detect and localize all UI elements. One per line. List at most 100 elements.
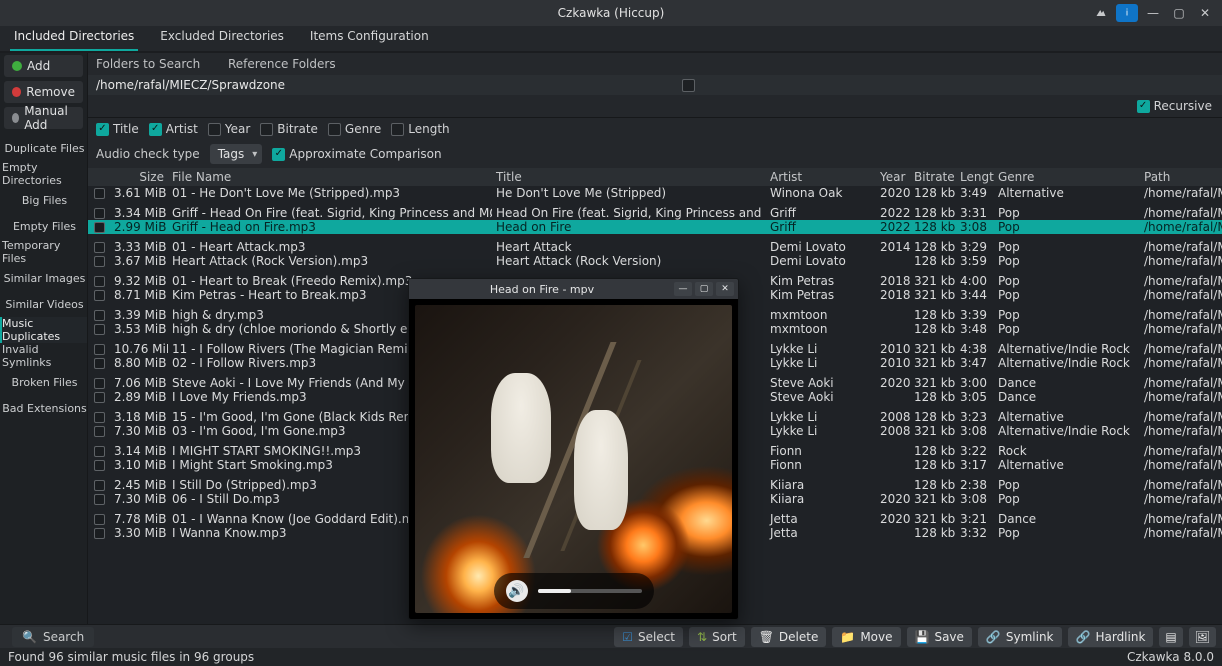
check-bitrate[interactable]: Bitrate	[260, 122, 318, 136]
col-title[interactable]: Title	[492, 170, 766, 184]
row-checkbox[interactable]	[94, 208, 105, 219]
save-icon: 💾	[915, 630, 930, 644]
audio-check-type-combo[interactable]: Tags	[210, 144, 263, 164]
add-button[interactable]: Add	[4, 55, 83, 77]
row-checkbox[interactable]	[94, 358, 105, 369]
search-button[interactable]: 🔍 Search	[12, 627, 94, 647]
cell-length: 3:49	[956, 186, 994, 200]
category-invalid-symlinks[interactable]: Invalid Symlinks	[0, 343, 87, 369]
cell-bitrate: 321 kbps	[910, 342, 956, 356]
folders-panel: Folders to Search Reference Folders /hom…	[88, 53, 1222, 118]
maximize-button[interactable]: ▢	[1168, 4, 1190, 22]
mpv-player-window[interactable]: Head on Fire - mpv — ▢ ✕ 🔊	[408, 278, 739, 620]
sort-button[interactable]: ⇅Sort	[689, 627, 745, 647]
symlink-icon: 🔗	[986, 630, 1001, 644]
cell-artist: Kiiara	[766, 478, 876, 492]
col-length[interactable]: Length	[956, 170, 994, 184]
preview-toggle-button[interactable]: 🖼	[1189, 627, 1216, 647]
col-file[interactable]: File Name	[168, 170, 492, 184]
col-year[interactable]: Year	[876, 170, 910, 184]
move-button[interactable]: 📁Move	[832, 627, 900, 647]
row-checkbox[interactable]	[94, 426, 105, 437]
hardlink-button[interactable]: 🔗Hardlink	[1068, 627, 1154, 647]
row-checkbox[interactable]	[94, 344, 105, 355]
row-checkbox[interactable]	[94, 494, 105, 505]
player-maximize-button[interactable]: ▢	[695, 282, 713, 296]
compare-button[interactable]: ▤	[1159, 627, 1182, 647]
delete-button[interactable]: 🗑Delete	[751, 627, 827, 647]
row-checkbox[interactable]	[94, 276, 105, 287]
row-checkbox[interactable]	[94, 480, 105, 491]
category-music-duplicates[interactable]: Music Duplicates	[0, 317, 87, 343]
tab-excluded-directories[interactable]: Excluded Directories	[156, 23, 288, 51]
category-broken-files[interactable]: Broken Files	[0, 369, 87, 395]
col-artist[interactable]: Artist	[766, 170, 876, 184]
cell-length: 3:59	[956, 254, 994, 268]
cell-bitrate: 128 kbps	[910, 322, 956, 336]
check-year[interactable]: Year	[208, 122, 250, 136]
tab-items-configuration[interactable]: Items Configuration	[306, 23, 433, 51]
cell-bitrate: 321 kbps	[910, 424, 956, 438]
player-minimize-button[interactable]: —	[674, 282, 692, 296]
category-empty-directories[interactable]: Empty Directories	[0, 161, 87, 187]
row-checkbox[interactable]	[94, 222, 105, 233]
category-big-files[interactable]: Big Files	[0, 187, 87, 213]
tab-included-directories[interactable]: Included Directories	[10, 23, 138, 51]
check-artist[interactable]: Artist	[149, 122, 198, 136]
row-checkbox[interactable]	[94, 514, 105, 525]
player-volume-overlay[interactable]: 🔊	[494, 573, 654, 609]
folders-to-search-header: Folders to Search	[88, 57, 228, 71]
table-row[interactable]: 3.67 MiBHeart Attack (Rock Version).mp3H…	[88, 254, 1222, 268]
cell-title: Head on Fire	[492, 220, 766, 234]
volume-slider[interactable]	[538, 589, 642, 593]
settings-icon[interactable]	[1090, 4, 1112, 22]
check-title[interactable]: Title	[96, 122, 139, 136]
row-checkbox[interactable]	[94, 528, 105, 539]
category-temporary-files[interactable]: Temporary Files	[0, 239, 87, 265]
save-button[interactable]: 💾Save	[907, 627, 972, 647]
manual-add-button[interactable]: Manual Add	[4, 107, 83, 129]
info-icon[interactable]: i	[1116, 4, 1138, 22]
remove-button[interactable]: Remove	[4, 81, 83, 103]
category-similar-images[interactable]: Similar Images	[0, 265, 87, 291]
row-checkbox[interactable]	[94, 378, 105, 389]
close-button[interactable]: ✕	[1194, 4, 1216, 22]
check-length[interactable]: Length	[391, 122, 449, 136]
row-checkbox[interactable]	[94, 392, 105, 403]
folder-row[interactable]: /home/rafal/MIECZ/Sprawdzone	[88, 75, 1222, 95]
category-bad-extensions[interactable]: Bad Extensions	[0, 395, 87, 421]
category-empty-files[interactable]: Empty Files	[0, 213, 87, 239]
col-size[interactable]: Size	[110, 170, 168, 184]
category-duplicate-files[interactable]: Duplicate Files	[0, 135, 87, 161]
table-row[interactable]: 2.99 MiBGriff - Head on Fire.mp3Head on …	[88, 220, 1222, 234]
row-checkbox[interactable]	[94, 412, 105, 423]
col-genre[interactable]: Genre	[994, 170, 1140, 184]
row-checkbox[interactable]	[94, 460, 105, 471]
table-row[interactable]: 3.33 MiB01 - Heart Attack.mp3Heart Attac…	[88, 240, 1222, 254]
select-button[interactable]: ☑Select	[614, 627, 683, 647]
table-row[interactable]: 3.61 MiB01 - He Don't Love Me (Stripped)…	[88, 186, 1222, 200]
approximate-comparison-checkbox[interactable]: Approximate Comparison	[272, 147, 441, 161]
cell-path: /home/rafal/MIECZ/	[1140, 288, 1222, 302]
player-close-button[interactable]: ✕	[716, 282, 734, 296]
row-checkbox[interactable]	[94, 290, 105, 301]
player-titlebar[interactable]: Head on Fire - mpv — ▢ ✕	[409, 279, 738, 299]
recursive-checkbox[interactable]: Recursive	[1137, 99, 1212, 113]
minimize-button[interactable]: —	[1142, 4, 1164, 22]
row-checkbox[interactable]	[94, 310, 105, 321]
folder-ref-checkbox[interactable]	[682, 79, 702, 92]
col-path[interactable]: Path	[1140, 170, 1222, 184]
row-checkbox[interactable]	[94, 256, 105, 267]
symlink-button[interactable]: 🔗Symlink	[978, 627, 1062, 647]
category-similar-videos[interactable]: Similar Videos	[0, 291, 87, 317]
cell-path: /home/rafal/MIECZ/	[1140, 186, 1222, 200]
col-bitrate[interactable]: Bitrate	[910, 170, 956, 184]
table-row[interactable]: 3.34 MiBGriff - Head On Fire (feat. Sigr…	[88, 206, 1222, 220]
row-checkbox[interactable]	[94, 188, 105, 199]
row-checkbox[interactable]	[94, 446, 105, 457]
check-genre[interactable]: Genre	[328, 122, 381, 136]
cell-path: /home/rafal/MIECZ/	[1140, 492, 1222, 506]
row-checkbox[interactable]	[94, 242, 105, 253]
row-checkbox[interactable]	[94, 324, 105, 335]
cell-genre: Pop	[994, 254, 1140, 268]
